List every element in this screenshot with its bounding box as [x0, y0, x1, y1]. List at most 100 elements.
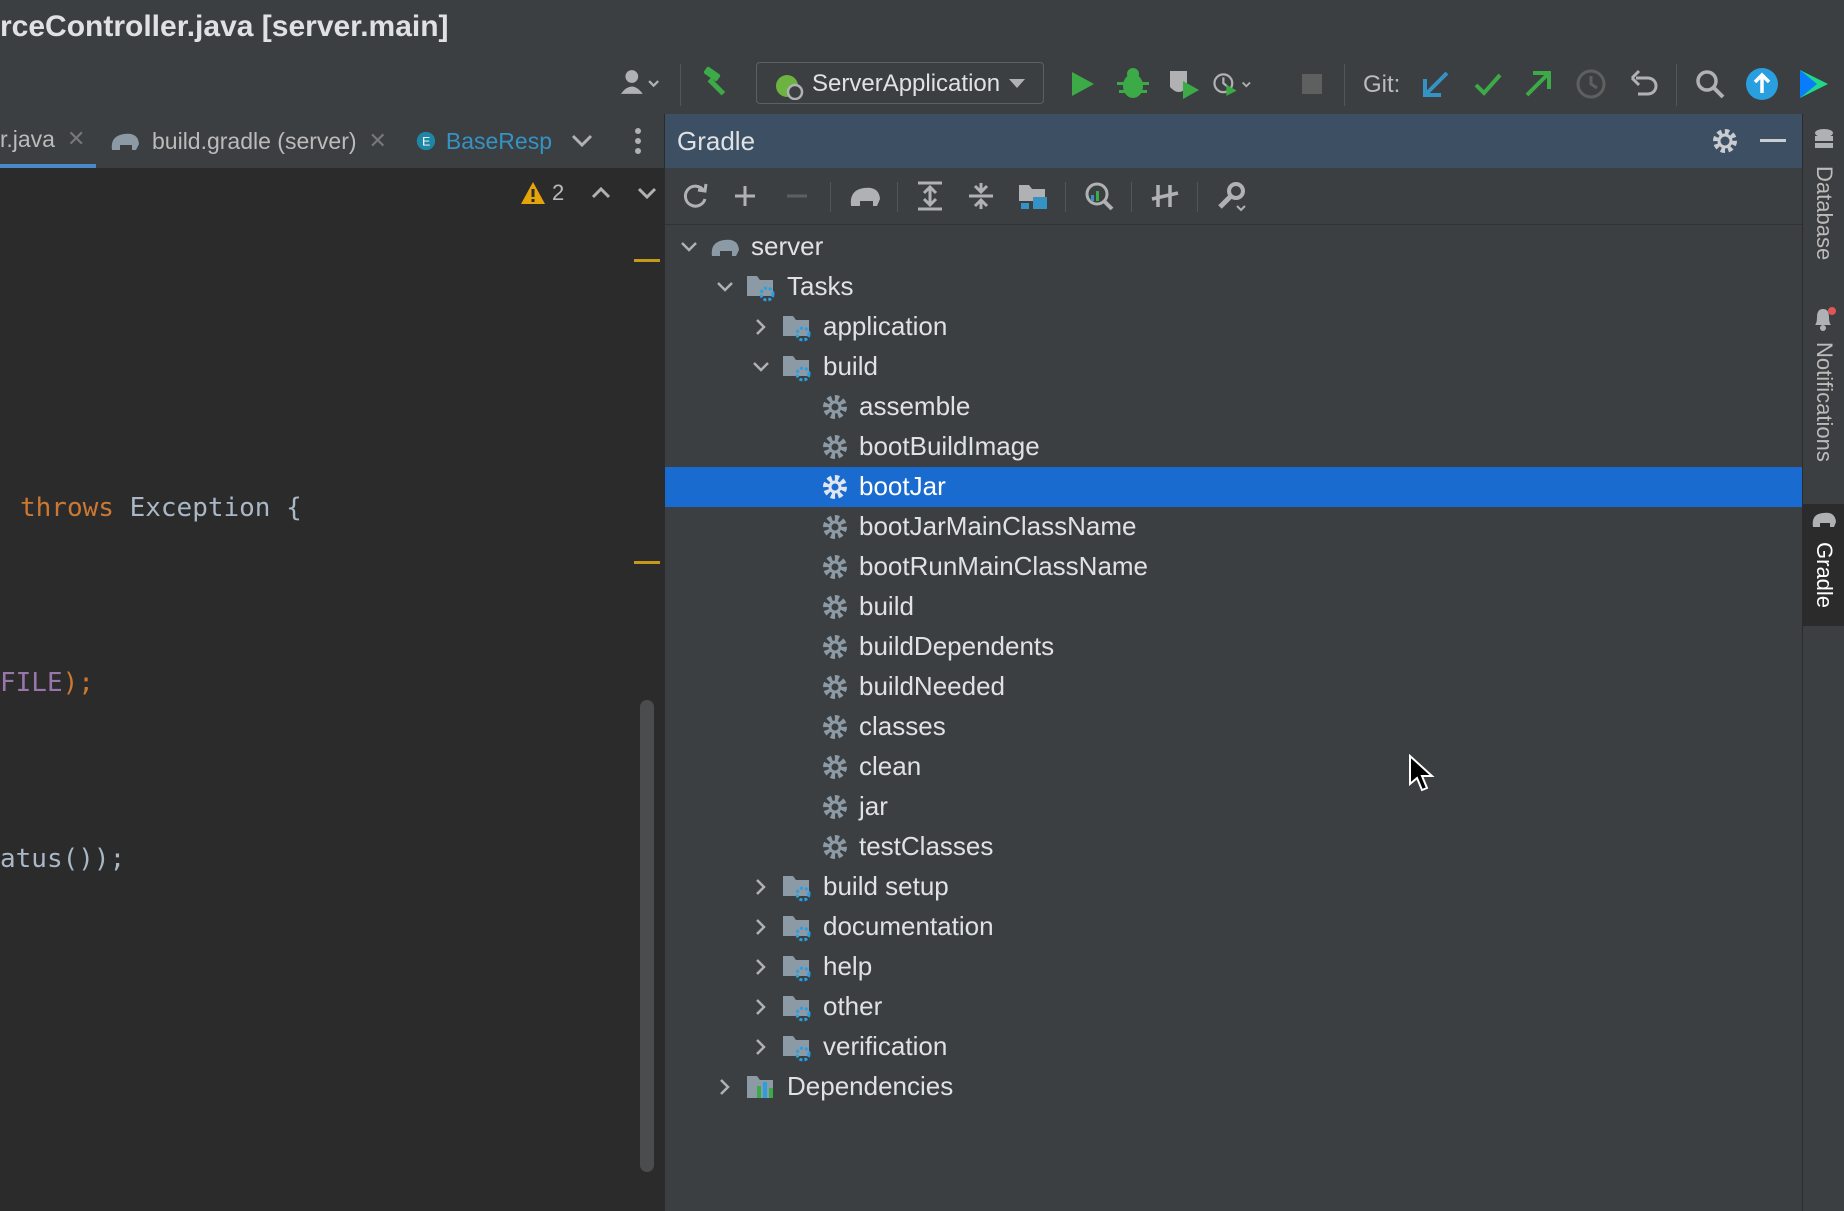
gear-icon [819, 391, 851, 423]
tree-task-builddependents[interactable]: buildDependents [665, 627, 1803, 667]
rollback-icon[interactable] [1624, 64, 1664, 104]
gear-icon[interactable] [1705, 121, 1745, 161]
run-configuration-select[interactable]: ServerApplication [756, 62, 1044, 104]
chevron-up-icon[interactable] [590, 185, 612, 201]
close-icon[interactable]: ✕ [369, 128, 387, 154]
minus-icon[interactable] [777, 176, 817, 216]
expand-all-icon[interactable] [910, 176, 950, 216]
search-icon[interactable] [1690, 64, 1730, 104]
tree-node-label: bootJar [859, 471, 946, 501]
tree-node-build-group[interactable]: build [665, 347, 1803, 387]
chevron-down-icon[interactable] [636, 185, 658, 201]
editor-scrollbar[interactable] [640, 700, 654, 1172]
tree-node-label: classes [859, 711, 946, 741]
close-icon[interactable]: ✕ [67, 126, 85, 152]
debug-icon[interactable] [1113, 64, 1153, 104]
dependencies-icon[interactable] [1013, 176, 1053, 216]
tree-node-tasks[interactable]: Tasks [665, 267, 1803, 307]
tab-controller-java[interactable]: r.java ✕ [0, 114, 96, 168]
run-icon[interactable] [1062, 64, 1102, 104]
tree-task-build[interactable]: build [665, 587, 1803, 627]
tab-label: BaseResp [445, 127, 552, 154]
tree-node-documentation[interactable]: documentation [665, 907, 1803, 947]
tree-task-bootrunmainclassname[interactable]: bootRunMainClassName [665, 547, 1803, 587]
toolbox-icon[interactable] [1794, 64, 1834, 104]
svg-text:E: E [422, 135, 430, 149]
coverage-icon[interactable] [1164, 64, 1204, 104]
mouse-cursor-icon [1408, 753, 1438, 799]
chevron-right-icon[interactable] [747, 1031, 775, 1063]
chevron-right-icon[interactable] [747, 911, 775, 943]
plus-icon[interactable] [725, 176, 765, 216]
tab-build-gradle[interactable]: build.gradle (server) ✕ [108, 114, 398, 168]
user-icon[interactable] [620, 62, 660, 102]
tree-node-application[interactable]: application [665, 307, 1803, 347]
history-icon[interactable] [1571, 64, 1611, 104]
hammer-icon[interactable] [697, 62, 737, 102]
tree-task-jar[interactable]: jar [665, 787, 1803, 827]
task-folder-icon [781, 911, 813, 943]
run-configuration-label: ServerApplication [812, 70, 1001, 97]
tab-base-response[interactable]: E BaseResp [416, 114, 552, 168]
gear-icon [819, 511, 851, 543]
tree-task-buildneeded[interactable]: buildNeeded [665, 667, 1803, 707]
tree-task-bootbuildimage[interactable]: bootBuildImage [665, 427, 1803, 467]
chevron-down-icon[interactable] [747, 351, 775, 383]
tree-task-bootjar[interactable]: bootJar [665, 467, 1803, 507]
chevron-right-icon[interactable] [747, 991, 775, 1023]
git-push-icon[interactable] [1518, 64, 1558, 104]
wrench-icon[interactable] [1211, 176, 1251, 216]
tool-window-gradle-active[interactable]: Gradle [1803, 504, 1844, 626]
refresh-icon[interactable] [675, 176, 715, 216]
code-editor[interactable]: 2 throws Exception { FILE); atus()); [0, 168, 662, 1211]
tree-task-bootjarmainclassname[interactable]: bootJarMainClassName [665, 507, 1803, 547]
warning-marker[interactable] [634, 259, 660, 262]
gradle-title: Gradle [677, 126, 756, 156]
gear-icon [819, 831, 851, 863]
elephant-icon[interactable] [845, 176, 885, 216]
dependencies-icon [745, 1071, 777, 1103]
chevron-right-icon[interactable] [747, 951, 775, 983]
code-line: atus()); [0, 844, 126, 874]
chevron-down-icon[interactable] [675, 231, 703, 263]
editor-tabs: r.java ✕ build.gradle (server) ✕ E BaseR… [0, 114, 662, 168]
git-commit-icon[interactable] [1468, 64, 1508, 104]
tree-node-dependencies[interactable]: Dependencies [665, 1067, 1803, 1107]
chevron-down-icon [1009, 79, 1025, 88]
offline-icon[interactable] [1145, 176, 1185, 216]
tree-node-help[interactable]: help [665, 947, 1803, 987]
tree-node-other[interactable]: other [665, 987, 1803, 1027]
spring-icon [776, 75, 804, 100]
tree-node-verification[interactable]: verification [665, 1027, 1803, 1067]
git-update-icon[interactable] [1416, 64, 1456, 104]
task-folder-icon [781, 1031, 813, 1063]
tree-node-server[interactable]: server [665, 227, 1803, 267]
upgrade-icon[interactable] [1742, 64, 1782, 104]
inspection-widget[interactable]: 2 [520, 180, 658, 206]
chevron-right-icon[interactable] [711, 1071, 739, 1103]
warning-marker[interactable] [634, 561, 660, 564]
tool-window-database[interactable]: Database [1811, 166, 1837, 260]
chevron-down-icon[interactable] [711, 271, 739, 303]
tree-task-assemble[interactable]: assemble [665, 387, 1803, 427]
tree-task-testclasses[interactable]: testClasses [665, 827, 1803, 867]
more-icon[interactable] [618, 121, 658, 161]
tree-node-label: Tasks [787, 271, 854, 301]
notifications-icon[interactable] [1805, 304, 1843, 334]
stop-icon[interactable] [1292, 64, 1332, 104]
chevron-down-icon[interactable] [562, 121, 602, 161]
collapse-all-icon[interactable] [961, 176, 1001, 216]
chevron-right-icon[interactable] [747, 871, 775, 903]
tree-task-classes[interactable]: classes [665, 707, 1803, 747]
analyze-icon[interactable] [1079, 176, 1119, 216]
warning-icon [521, 182, 545, 204]
tree-node-build-setup[interactable]: build setup [665, 867, 1803, 907]
tool-window-notifications[interactable]: Notifications [1811, 342, 1837, 462]
profile-icon[interactable] [1213, 64, 1253, 104]
minimize-icon[interactable] [1753, 121, 1793, 161]
tree-task-clean[interactable]: clean [665, 747, 1803, 787]
tree-node-label: verification [823, 1031, 948, 1061]
database-icon[interactable] [1805, 126, 1843, 156]
chevron-right-icon[interactable] [747, 311, 775, 343]
title-bar: rceController.java [server.main] [0, 0, 1844, 54]
